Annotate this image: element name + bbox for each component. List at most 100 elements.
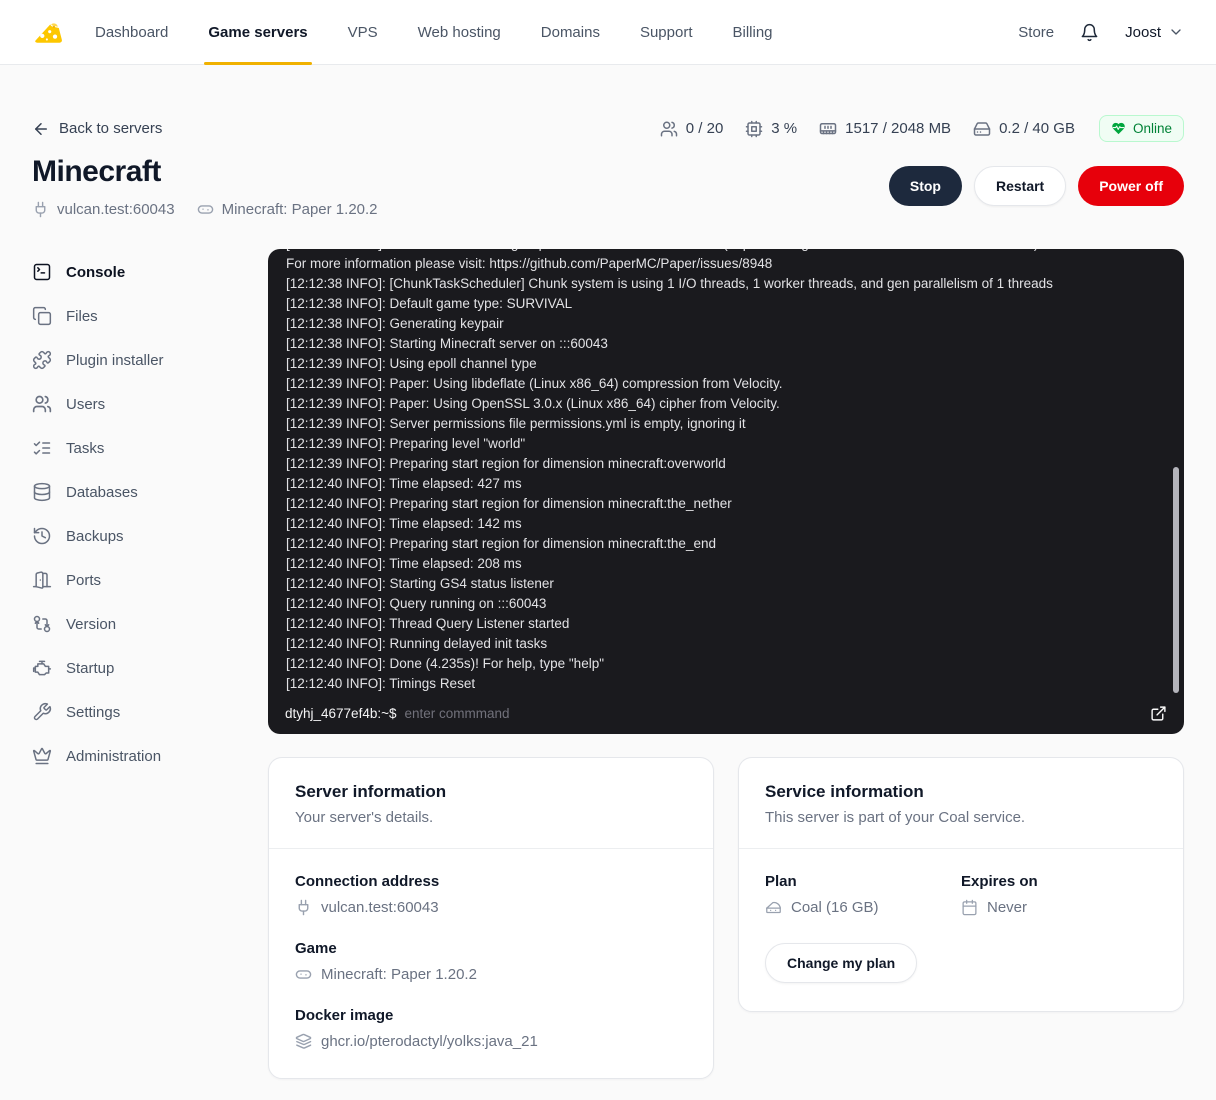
nav-item[interactable]: Game servers (188, 0, 327, 65)
meta-item: Minecraft: Paper 1.20.2 (197, 201, 378, 218)
stat: 1517 / 2048 MB (819, 120, 951, 138)
arrow-left-icon (32, 120, 50, 138)
sidebar-item-label: Startup (66, 659, 115, 677)
crown-icon (32, 746, 52, 766)
command-input[interactable] (404, 706, 1142, 721)
nav-item[interactable]: Dashboard (75, 0, 188, 64)
stat-value: 3 % (771, 120, 798, 137)
chevron-down-icon (1168, 24, 1184, 40)
sidebar-item[interactable]: Version (32, 612, 268, 636)
users-icon (32, 394, 52, 414)
power-action-button[interactable]: Power off (1078, 166, 1184, 206)
console-log-line: [12:12:39 INFO]: Paper: Using OpenSSL 3.… (286, 396, 780, 411)
console-log-line: [12:12:39 INFO]: Preparing start region … (286, 456, 726, 471)
console-log-line: [12:12:40 INFO]: Time elapsed: 427 ms (286, 476, 522, 491)
plug-icon (295, 899, 312, 916)
sidebar-item-label: Tasks (66, 439, 105, 457)
navbar-right: Store Joost (1018, 0, 1184, 64)
sidebar-item-label: Ports (66, 571, 102, 589)
sidebar-item[interactable]: Users (32, 392, 268, 416)
console-log-line: [12:12:40 INFO]: Timings Reset (286, 676, 476, 691)
nav-item[interactable]: Domains (521, 0, 620, 64)
sidebar-item[interactable]: Startup (32, 656, 268, 680)
console-panel: [12:12:37 INFO]: This server is running … (268, 249, 1184, 734)
console-log-line: [12:12:40 INFO]: Time elapsed: 208 ms (286, 556, 522, 571)
sidebar-item[interactable]: Plugin installer (32, 348, 268, 372)
info-field: Docker image ghcr.io/pterodactyl/yolks:j… (295, 1007, 687, 1050)
meta-value: vulcan.test:60043 (57, 201, 175, 218)
external-link-icon[interactable] (1150, 705, 1167, 722)
service-information-card: Service information This server is part … (738, 757, 1184, 1012)
sidebar-item-label: Backups (66, 527, 124, 545)
field-value: Minecraft: Paper 1.20.2 (321, 966, 477, 983)
console-log-line: [12:12:40 INFO]: Query running on :::600… (286, 596, 547, 611)
console-log-line: [12:12:38 INFO]: Generating keypair (286, 316, 504, 331)
users-icon (660, 120, 678, 138)
field-value: Coal (16 GB) (791, 899, 879, 916)
notifications-bell-icon[interactable] (1080, 23, 1099, 42)
cpu-icon (745, 120, 763, 138)
meta-value: Minecraft: Paper 1.20.2 (221, 201, 378, 218)
plug-icon (32, 201, 49, 218)
console-command-bar: dtyhj_4677ef4b:~$ (268, 697, 1184, 734)
layers-icon (295, 1033, 312, 1050)
sidebar-item[interactable]: Files (32, 304, 268, 328)
list-checks-icon (32, 438, 52, 458)
console-log[interactable]: [12:12:37 INFO]: This server is running … (268, 249, 1184, 697)
page-title: Minecraft (32, 155, 161, 188)
nav-item[interactable]: Billing (713, 0, 793, 64)
sidebar-item[interactable]: Console (32, 260, 268, 284)
field-value: vulcan.test:60043 (321, 899, 439, 916)
main-nav: Dashboard Game servers VPS Web hosting D… (75, 0, 793, 65)
console-log-line: [12:12:39 INFO]: Server permissions file… (286, 416, 746, 431)
change-plan-button[interactable]: Change my plan (765, 943, 918, 983)
cheese-icon (765, 899, 782, 916)
sidebar-item-label: Settings (66, 703, 121, 721)
brand-cheese-logo[interactable] (32, 15, 66, 49)
sidebar-item[interactable]: Settings (32, 700, 268, 724)
info-field: Connection address vulcan.test:60043 (295, 873, 687, 916)
top-navbar: Dashboard Game servers VPS Web hosting D… (0, 0, 1216, 65)
sidebar-item[interactable]: Administration (32, 744, 268, 768)
card-subtitle: This server is part of your Coal service… (765, 809, 1026, 826)
puzzle-icon (32, 350, 52, 370)
console-log-line: [12:12:40 INFO]: Preparing start region … (286, 496, 732, 511)
user-menu[interactable]: Joost (1125, 24, 1184, 41)
sidebar-item-label: Files (66, 307, 98, 325)
console-log-line: [12:12:38 INFO]: Default game type: SURV… (286, 296, 573, 311)
sidebar-item[interactable]: Tasks (32, 436, 268, 460)
nav-item[interactable]: VPS (328, 0, 398, 64)
stat: 0 / 20 (660, 120, 723, 138)
stat: 3 % (745, 120, 797, 138)
store-link[interactable]: Store (1018, 24, 1054, 41)
door-icon (32, 570, 52, 590)
sidebar-item-label: Users (66, 395, 106, 413)
power-action-button[interactable]: Stop (888, 166, 962, 206)
console-log-line: [12:12:40 INFO]: Thread Query Listener s… (286, 616, 570, 631)
nav-item[interactable]: Web hosting (398, 0, 521, 64)
server-information-card: Server information Your server's details… (268, 757, 714, 1079)
status-label: Online (1132, 121, 1172, 136)
sidebar-item[interactable]: Ports (32, 568, 268, 592)
sidebar-item[interactable]: Databases (32, 480, 268, 504)
sidebar-item-label: Version (66, 615, 117, 633)
resource-stats: 0 / 20 3 % 1517 / 2048 MB 0.2 / 40 GB On… (660, 115, 1184, 142)
field-value: Never (987, 899, 1028, 916)
files-icon (32, 306, 52, 326)
console-scrollbar[interactable] (1173, 467, 1179, 693)
heart-pulse-icon (1111, 121, 1126, 136)
info-field: Plan Coal (16 GB) (765, 873, 961, 916)
console-log-line: [12:12:38 INFO]: [ChunkTaskScheduler] Ch… (286, 276, 1053, 291)
nav-item[interactable]: Support (620, 0, 713, 64)
server-meta: vulcan.test:60043 Minecraft: Paper 1.20.… (32, 201, 378, 218)
field-value: ghcr.io/pterodactyl/yolks:java_21 (321, 1033, 538, 1050)
console-log-line: [12:12:40 INFO]: Running delayed init ta… (286, 636, 548, 651)
console-log-line: [12:12:39 INFO]: Using epoll channel typ… (286, 356, 537, 371)
back-to-servers-link[interactable]: Back to servers (32, 120, 162, 138)
power-action-button[interactable]: Restart (973, 166, 1067, 206)
power-actions: Stop Restart Power off (888, 166, 1184, 206)
sidebar-item[interactable]: Backups (32, 524, 268, 548)
wrench-icon (32, 702, 52, 722)
card-subtitle: Your server's details. (295, 809, 434, 826)
console-prompt: dtyhj_4677ef4b:~$ (285, 706, 397, 721)
